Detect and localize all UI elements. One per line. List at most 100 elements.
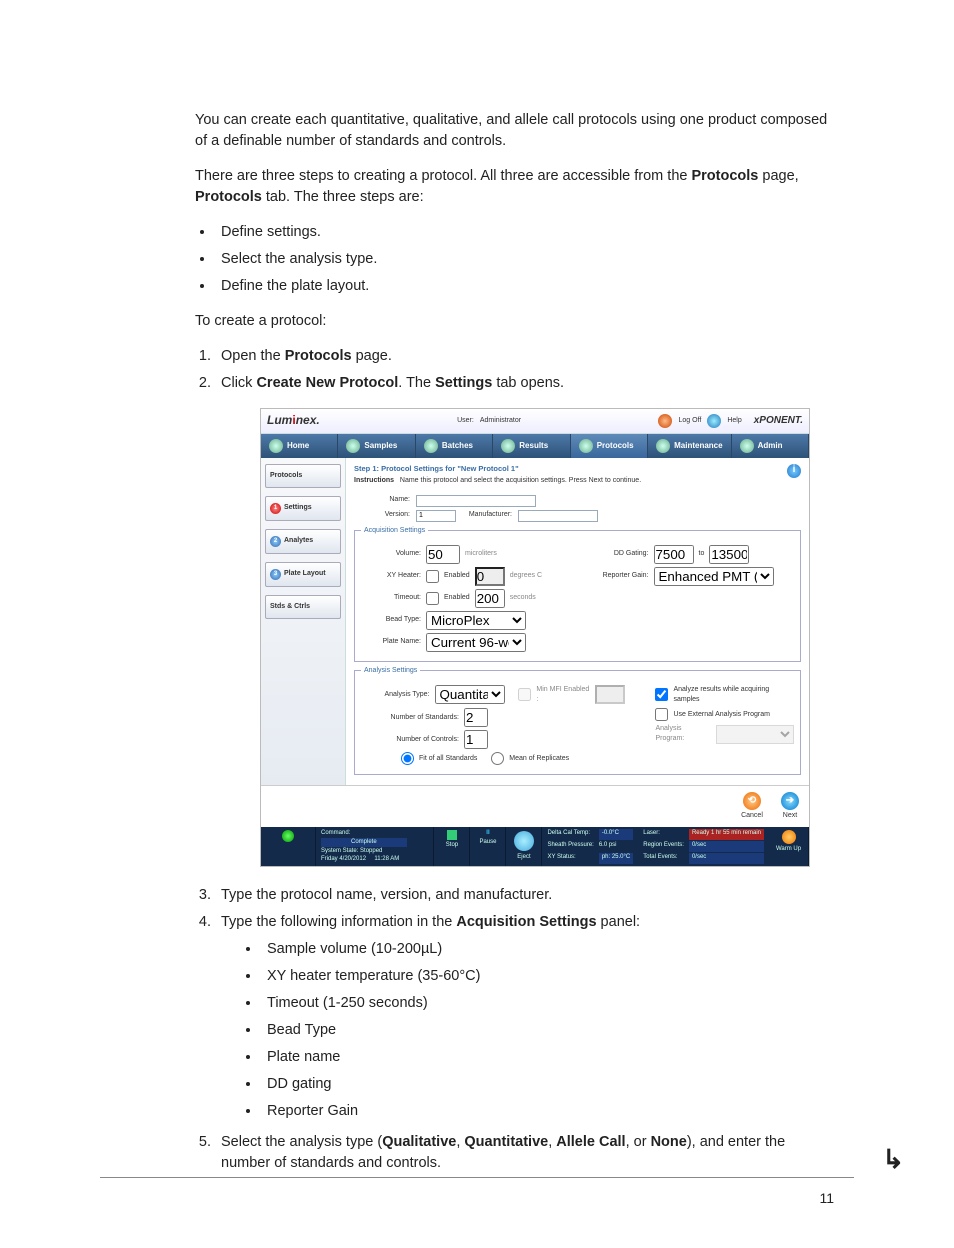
volume-input[interactable] <box>426 545 460 564</box>
step-2: Click Create New Protocol. The Settings … <box>215 373 834 394</box>
timeout-unit: seconds <box>510 593 536 603</box>
timeout-enabled-checkbox[interactable] <box>426 592 439 605</box>
xyheater-enabled-checkbox[interactable] <box>426 570 439 583</box>
numstd-input[interactable] <box>464 708 488 727</box>
external-program-checkbox[interactable] <box>655 708 668 721</box>
sidebar-plate-layout[interactable]: 3Plate Layout <box>265 562 341 587</box>
list-item: Select the analysis type. <box>215 249 834 270</box>
list-item: Timeout (1-250 seconds) <box>261 993 834 1014</box>
list-item: DD gating <box>261 1074 834 1095</box>
name-label: Name: <box>354 495 410 505</box>
version-row: Version: Manufacturer: <box>354 510 801 522</box>
next-button[interactable]: ➔Next <box>777 792 803 821</box>
sidebar-analytes[interactable]: 2Analytes <box>265 529 341 554</box>
button-row: ⟲Cancel ➔Next <box>261 785 809 827</box>
list-item: Sample volume (10-200µL) <box>261 939 834 960</box>
help-icon[interactable] <box>707 414 721 428</box>
timeout-input[interactable] <box>475 589 505 608</box>
tab-batches[interactable]: Batches <box>416 434 493 458</box>
platename-label: Plate Name: <box>361 637 421 647</box>
pause-icon: II <box>475 829 500 838</box>
beadtype-select[interactable]: MicroPlex <box>426 611 526 630</box>
xyheater-label: XY Heater: <box>361 571 421 581</box>
analysisprogram-select[interactable] <box>716 725 794 744</box>
step-badge-3: 3 <box>270 569 281 580</box>
stop-cell[interactable]: Stop <box>434 827 470 866</box>
cancel-button[interactable]: ⟲Cancel <box>739 792 765 821</box>
results-icon <box>501 439 515 453</box>
ddgating-low-input[interactable] <box>654 545 694 564</box>
tab-results[interactable]: Results <box>493 434 570 458</box>
minmfi-checkbox[interactable] <box>518 688 531 701</box>
analysis-legend: Analysis Settings <box>361 666 420 676</box>
info-icon[interactable]: i <box>787 464 801 478</box>
reportergain-select[interactable]: Enhanced PMT (High) <box>654 567 774 586</box>
volume-unit: microliters <box>465 549 497 559</box>
name-input[interactable] <box>416 495 536 507</box>
list-item: Define the plate layout. <box>215 276 834 297</box>
platename-select[interactable]: Current 96-well plate <box>426 633 526 652</box>
sidebar-settings[interactable]: 1Settings <box>265 496 341 521</box>
warmup-cell[interactable]: Warm Up <box>769 827 809 866</box>
warmup-icon <box>782 830 796 844</box>
list-item: XY heater temperature (35-60°C) <box>261 966 834 987</box>
batches-icon <box>424 439 438 453</box>
step-badge-1: 1 <box>270 503 281 514</box>
left-sidebar: Protocols 1Settings 2Analytes 3Plate Lay… <box>261 458 346 786</box>
version-label: Version: <box>354 510 410 520</box>
pause-cell[interactable]: II Pause <box>470 827 506 866</box>
help-link[interactable]: Help <box>727 416 741 426</box>
eject-icon <box>514 831 534 851</box>
status-bar: Command: Complete System State: Stopped … <box>261 827 809 866</box>
tab-admin[interactable]: Admin <box>732 434 809 458</box>
fit-all-radio[interactable] <box>401 752 414 765</box>
product-name: xPONENT. <box>754 414 803 429</box>
fit-mean-radio[interactable] <box>491 752 504 765</box>
cancel-icon: ⟲ <box>743 792 761 810</box>
step-3: Type the protocol name, version, and man… <box>215 885 834 906</box>
protocols-icon <box>579 439 593 453</box>
sidebar-protocols[interactable]: Protocols <box>265 464 341 488</box>
manufacturer-label: Manufacturer: <box>462 510 512 520</box>
timeout-label: Timeout: <box>361 593 421 603</box>
stop-icon <box>447 830 457 840</box>
manufacturer-input[interactable] <box>518 510 598 522</box>
analysisprogram-label: Analysis Program: <box>655 724 710 744</box>
analysis-settings-fieldset: Analysis Settings Analysis Type:Quantita… <box>354 666 801 775</box>
xyheater-input[interactable] <box>475 567 505 586</box>
list-item: Plate name <box>261 1047 834 1068</box>
tab-home[interactable]: Home <box>261 434 338 458</box>
samples-icon <box>346 439 360 453</box>
main-nav: Home Samples Batches Results Protocols M… <box>261 434 809 458</box>
numctrl-input[interactable] <box>464 730 488 749</box>
list-item: Bead Type <box>261 1020 834 1041</box>
reportergain-label: Reporter Gain: <box>593 571 649 581</box>
footer-rule <box>100 1177 854 1178</box>
sidebar-stds-ctrls[interactable]: Stds & Ctrls <box>265 595 341 619</box>
analysistype-select[interactable]: Quantitative <box>435 685 505 704</box>
minmfi-input[interactable] <box>595 685 625 704</box>
user-label: User: <box>457 416 474 426</box>
tab-samples[interactable]: Samples <box>338 434 415 458</box>
numctrl-label: Number of Controls: <box>361 735 459 745</box>
system-status-icon-cell <box>261 827 316 866</box>
instructions-row: Instructions Name this protocol and sele… <box>354 476 801 486</box>
tab-protocols[interactable]: Protocols <box>571 434 648 458</box>
three-steps-list: Define settings. Select the analysis typ… <box>195 222 834 297</box>
tab-maintenance[interactable]: Maintenance <box>648 434 731 458</box>
version-input[interactable] <box>416 510 456 522</box>
connected-icon <box>282 830 294 842</box>
step-title: Step 1: Protocol Settings for "New Proto… <box>354 464 801 475</box>
logoff-link[interactable]: Log Off <box>678 416 701 426</box>
analyze-acquiring-checkbox[interactable] <box>655 688 668 701</box>
app-screenshot: Luminex. User: Administrator Log Off Hel… <box>260 408 810 867</box>
logoff-icon[interactable] <box>658 414 672 428</box>
step-1: Open the Protocols page. <box>215 346 834 367</box>
eject-cell[interactable]: Eject <box>506 827 542 866</box>
ddgating-label: DD Gating: <box>593 549 649 559</box>
steps-list: Open the Protocols page. Click Create Ne… <box>195 346 834 394</box>
continue-arrow-icon: ↳ <box>882 1141 904 1179</box>
ddgating-high-input[interactable] <box>709 545 749 564</box>
volume-label: Volume: <box>361 549 421 559</box>
beadtype-label: Bead Type: <box>361 615 421 625</box>
